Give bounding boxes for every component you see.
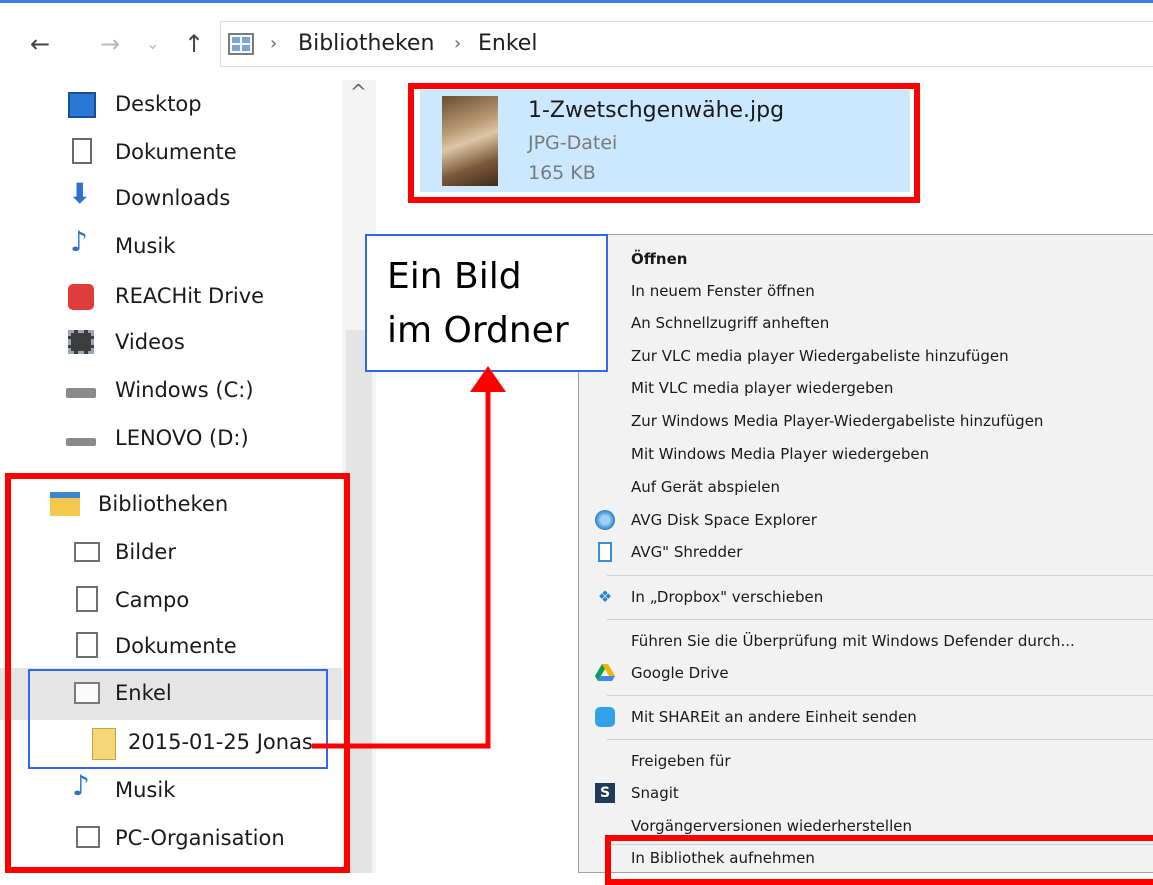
annotation-arrow [312,366,506,749]
